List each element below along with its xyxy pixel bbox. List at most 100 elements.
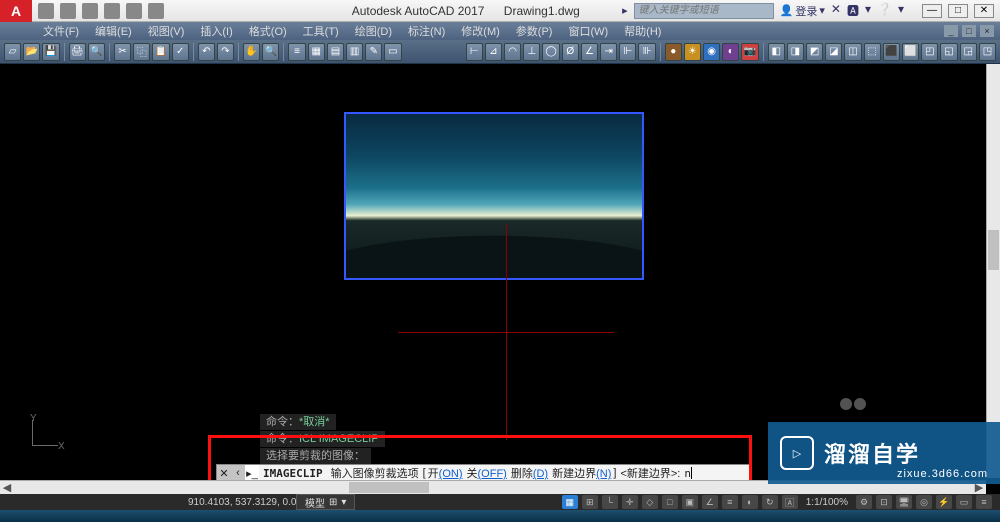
toolbar-modify-10-icon[interactable]: ◱ bbox=[940, 43, 957, 61]
toolbar-visual-icon[interactable]: ◐ bbox=[722, 43, 739, 61]
cmd-option-newboundary[interactable]: 新建边界(N) bbox=[550, 465, 613, 481]
qat-print-icon[interactable] bbox=[148, 3, 164, 19]
menu-dimension[interactable]: 标注(N) bbox=[400, 23, 453, 39]
toolbar-modify-4-icon[interactable]: ◪ bbox=[825, 43, 842, 61]
scroll-left-icon[interactable]: ◀ bbox=[0, 481, 14, 495]
search-chevron-icon[interactable]: ▸ bbox=[622, 4, 628, 17]
toolbar-dim-baseline-icon[interactable]: ⊩ bbox=[619, 43, 636, 61]
status-transparency-icon[interactable]: ◐ bbox=[742, 495, 758, 509]
scrollbar-thumb[interactable] bbox=[988, 230, 999, 270]
status-cycling-icon[interactable]: ↻ bbox=[762, 495, 778, 509]
toolbar-save-icon[interactable]: 💾 bbox=[42, 43, 59, 61]
toolbar-camera-icon[interactable]: 📷 bbox=[741, 43, 758, 61]
minimize-button[interactable]: — bbox=[922, 4, 942, 18]
status-ortho-icon[interactable]: └ bbox=[602, 495, 618, 509]
help-icon[interactable]: ❔ bbox=[877, 2, 892, 19]
toolbar-redo-icon[interactable]: ↷ bbox=[217, 43, 234, 61]
dropdown-icon[interactable]: ▾ bbox=[898, 2, 904, 19]
search-input[interactable] bbox=[634, 3, 774, 19]
close-button[interactable]: ✕ bbox=[974, 4, 994, 18]
maximize-button[interactable]: □ bbox=[948, 4, 968, 18]
toolbar-markup-icon[interactable]: ✎ bbox=[365, 43, 382, 61]
qat-new-icon[interactable] bbox=[38, 3, 54, 19]
toolbar-properties-icon[interactable]: ≡ bbox=[288, 43, 305, 61]
status-osnap-icon[interactable]: □ bbox=[662, 495, 678, 509]
toolbar-modify-11-icon[interactable]: ◲ bbox=[960, 43, 977, 61]
doc-close-button[interactable]: × bbox=[980, 25, 994, 37]
toolbar-designcenter-icon[interactable]: ▦ bbox=[308, 43, 325, 61]
status-grid-icon[interactable]: ▦ bbox=[562, 495, 578, 509]
toolbar-modify-1-icon[interactable]: ◧ bbox=[768, 43, 785, 61]
toolbar-new-icon[interactable]: ▱ bbox=[4, 43, 21, 61]
menu-help[interactable]: 帮助(H) bbox=[616, 23, 669, 39]
toolbar-light-icon[interactable]: ☀ bbox=[684, 43, 701, 61]
qat-open-icon[interactable] bbox=[60, 3, 76, 19]
drawing-area[interactable]: Y X 命令：*取消* 命令：ICL IMAGECLIP 选择要剪裁的图像： bbox=[0, 64, 1000, 478]
cmd-option-off[interactable]: 关(OFF) bbox=[465, 465, 509, 481]
menu-format[interactable]: 格式(O) bbox=[241, 23, 295, 39]
menu-parametric[interactable]: 参数(P) bbox=[508, 23, 561, 39]
toolbar-dim-arc-icon[interactable]: ◠ bbox=[504, 43, 521, 61]
status-monitor-icon[interactable]: 🖥 bbox=[896, 495, 912, 509]
status-workspace-icon[interactable]: ⊡ bbox=[876, 495, 892, 509]
signin-button[interactable]: 👤 登录 ▾ bbox=[780, 3, 825, 19]
toolbar-material-icon[interactable]: ◉ bbox=[703, 43, 720, 61]
toolbar-open-icon[interactable]: 📂 bbox=[23, 43, 40, 61]
qat-save-icon[interactable] bbox=[82, 3, 98, 19]
doc-maximize-button[interactable]: □ bbox=[962, 25, 976, 37]
toolbar-modify-2-icon[interactable]: ◨ bbox=[787, 43, 804, 61]
status-3dosnap-icon[interactable]: ▣ bbox=[682, 495, 698, 509]
cmd-option-delete[interactable]: 删除(D) bbox=[509, 465, 550, 481]
status-annotation-icon[interactable]: 🄰 bbox=[782, 495, 798, 509]
toolbar-dim-radius-icon[interactable]: ◯ bbox=[542, 43, 559, 61]
status-isodraft-icon[interactable]: ◇ bbox=[642, 495, 658, 509]
toolbar-sheets-icon[interactable]: ▥ bbox=[346, 43, 363, 61]
model-tab[interactable]: 模型 ⊞ ▾ bbox=[296, 494, 355, 510]
inserted-image[interactable] bbox=[344, 112, 644, 280]
menu-window[interactable]: 窗口(W) bbox=[560, 23, 616, 39]
toolbar-modify-5-icon[interactable]: ◫ bbox=[844, 43, 861, 61]
toolbar-dim-ord-icon[interactable]: ⊥ bbox=[523, 43, 540, 61]
toolbar-dim-linear-icon[interactable]: ⊢ bbox=[466, 43, 483, 61]
menu-file[interactable]: 文件(F) bbox=[35, 23, 87, 39]
scrollbar-thumb[interactable] bbox=[349, 482, 429, 493]
menu-tools[interactable]: 工具(T) bbox=[295, 23, 347, 39]
toolbar-modify-12-icon[interactable]: ◳ bbox=[979, 43, 996, 61]
toolbar-paste-icon[interactable]: 📋 bbox=[152, 43, 169, 61]
status-isolate-icon[interactable]: ◎ bbox=[916, 495, 932, 509]
status-custom-icon[interactable]: ≡ bbox=[976, 495, 992, 509]
status-polar-icon[interactable]: ✛ bbox=[622, 495, 638, 509]
toolbar-copy-icon[interactable]: ⿻ bbox=[133, 43, 150, 61]
toolbar-dim-angle-icon[interactable]: ∠ bbox=[581, 43, 598, 61]
status-gear-icon[interactable]: ⚙ bbox=[856, 495, 872, 509]
toolbar-modify-8-icon[interactable]: ⬜ bbox=[902, 43, 919, 61]
exchange-icon[interactable]: ✕ bbox=[831, 2, 841, 19]
menu-view[interactable]: 视图(V) bbox=[140, 23, 193, 39]
toolbar-dim-aligned-icon[interactable]: ⊿ bbox=[485, 43, 502, 61]
toolbar-match-icon[interactable]: ✓ bbox=[172, 43, 189, 61]
cmd-option-on[interactable]: 开(ON) bbox=[426, 465, 465, 481]
app-logo[interactable]: A bbox=[0, 0, 32, 22]
status-hardware-icon[interactable]: ⚡ bbox=[936, 495, 952, 509]
status-lineweight-icon[interactable]: ≡ bbox=[722, 495, 738, 509]
toolbar-dim-continue-icon[interactable]: ⊪ bbox=[638, 43, 655, 61]
toolbar-toolpalettes-icon[interactable]: ▤ bbox=[327, 43, 344, 61]
qat-undo-icon[interactable] bbox=[104, 3, 120, 19]
toolbar-modify-3-icon[interactable]: ◩ bbox=[806, 43, 823, 61]
menu-edit[interactable]: 编辑(E) bbox=[87, 23, 140, 39]
toolbar-render-icon[interactable]: ● bbox=[665, 43, 682, 61]
toolbar-undo-icon[interactable]: ↶ bbox=[198, 43, 215, 61]
doc-minimize-button[interactable]: _ bbox=[944, 25, 958, 37]
recent-commands-icon[interactable]: ‹ bbox=[231, 465, 245, 481]
menu-insert[interactable]: 插入(I) bbox=[192, 23, 240, 39]
toolbar-preview-icon[interactable]: 🔍 bbox=[88, 43, 105, 61]
app-store-icon[interactable]: 🅰 bbox=[847, 2, 859, 19]
scrollbar-vertical[interactable] bbox=[986, 64, 1000, 478]
toolbar-modify-9-icon[interactable]: ◰ bbox=[921, 43, 938, 61]
toolbar-cut-icon[interactable]: ✂ bbox=[114, 43, 131, 61]
dropdown-icon[interactable]: ▾ bbox=[865, 2, 871, 19]
toolbar-pan-icon[interactable]: ✋ bbox=[243, 43, 260, 61]
status-snap-icon[interactable]: ⊞ bbox=[582, 495, 598, 509]
qat-redo-icon[interactable] bbox=[126, 3, 142, 19]
toolbar-dim-dia-icon[interactable]: Ø bbox=[562, 43, 579, 61]
